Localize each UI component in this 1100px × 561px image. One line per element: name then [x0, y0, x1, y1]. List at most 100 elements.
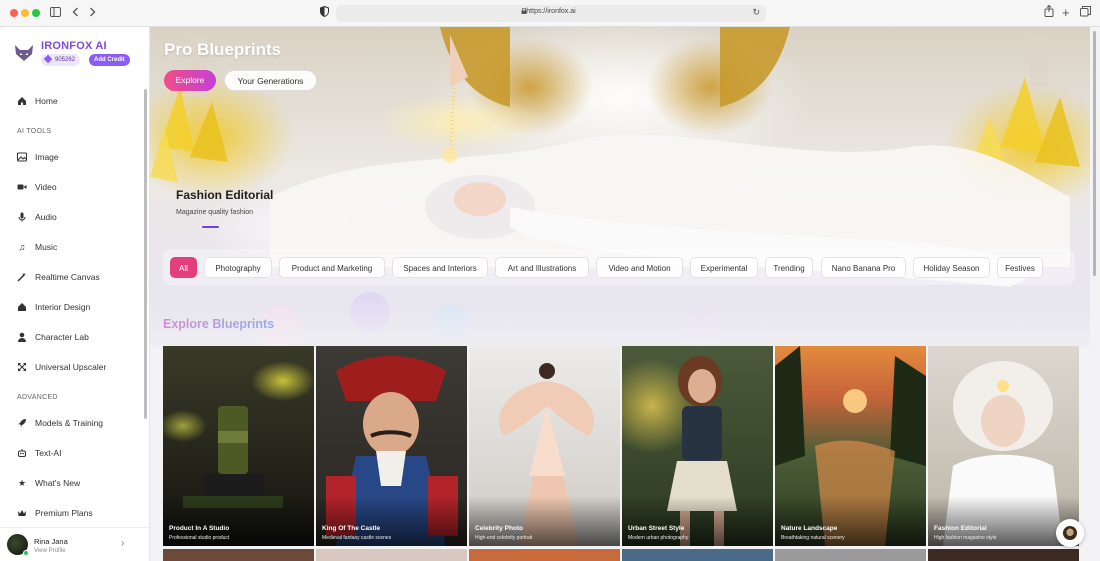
sidebar-item-image[interactable]: Image: [17, 150, 59, 164]
chevron-right-icon[interactable]: ›: [121, 538, 124, 549]
category-chip-experimental[interactable]: Experimental: [690, 257, 758, 278]
tab-overview-icon[interactable]: [1080, 5, 1091, 21]
sidebar-item-label: Audio: [35, 212, 57, 222]
featured-subtitle: Magazine quality fashion: [176, 209, 254, 216]
card-subtitle: Breathtaking natural scenery: [781, 535, 845, 541]
microphone-icon: [17, 212, 27, 222]
sidebar-item-models-training[interactable]: Models & Training: [17, 416, 103, 430]
privacy-shield-icon[interactable]: [320, 5, 329, 21]
card-title: Nature Landscape: [781, 525, 838, 532]
blueprint-card[interactable]: Celebrity Photo High-end celebrity portr…: [469, 346, 620, 546]
category-chip-all[interactable]: All: [170, 257, 197, 278]
sidebar-item-interior-design[interactable]: Interior Design: [17, 300, 90, 314]
assistant-avatar-icon: [1063, 526, 1077, 540]
house-icon: [17, 302, 27, 312]
category-chip-art-illustrations[interactable]: Art and Illustrations: [495, 257, 589, 278]
category-chip-nano-banana-pro[interactable]: Nano Banana Pro: [821, 257, 906, 278]
gem-icon: [43, 54, 53, 64]
close-window-button[interactable]: [10, 9, 18, 17]
blueprint-card-partial[interactable]: [928, 549, 1079, 561]
view-profile-link[interactable]: View Profile: [34, 548, 66, 554]
blueprint-card[interactable]: Urban Street Style Modern urban photogra…: [622, 346, 773, 546]
minimize-window-button[interactable]: [21, 9, 29, 17]
blueprint-card[interactable]: King Of The Castle Medieval fantasy cast…: [316, 346, 467, 546]
card-subtitle: Modern urban photography: [628, 535, 689, 541]
category-chip-trending[interactable]: Trending: [765, 257, 813, 278]
assistant-chat-button[interactable]: [1056, 519, 1084, 547]
url-text: https://ironfox.ai: [526, 8, 576, 15]
sidebar: IRONFOX AI 905262 Add Credit Home AI TOO…: [0, 27, 150, 561]
new-tab-icon[interactable]: +: [1062, 5, 1070, 21]
blueprint-card[interactable]: Nature Landscape Breathtaking natural sc…: [775, 346, 926, 546]
blueprint-card-partial[interactable]: [622, 549, 773, 561]
expand-arrows-icon: [17, 362, 27, 372]
home-icon: [17, 96, 27, 106]
sidebar-item-text-ai[interactable]: Text-AI: [17, 446, 61, 460]
tab-your-generations[interactable]: Your Generations: [224, 70, 317, 91]
card-subtitle: High fashion magazine style: [934, 535, 997, 541]
sidebar-item-label: Image: [35, 152, 59, 162]
tab-explore[interactable]: Explore: [164, 70, 216, 91]
card-title: Fashion Editorial: [934, 525, 987, 532]
blueprint-card[interactable]: Product In A Studio Professional studio …: [163, 346, 314, 546]
sidebar-item-universal-upscaler[interactable]: Universal Upscaler: [17, 360, 106, 374]
sidebar-item-label: Video: [35, 182, 57, 192]
blueprint-card[interactable]: Fashion Editorial High fashion magazine …: [928, 346, 1079, 546]
blueprint-card-partial[interactable]: [775, 549, 926, 561]
main-content: Pro Blueprints Explore Your Generations …: [150, 27, 1100, 561]
sidebar-item-audio[interactable]: Audio: [17, 210, 57, 224]
section-title-explore-blueprints: Explore Blueprints: [163, 317, 275, 331]
back-icon[interactable]: [72, 5, 79, 21]
category-chip-video-motion[interactable]: Video and Motion: [596, 257, 683, 278]
sidebar-item-label: Models & Training: [35, 418, 104, 428]
music-note-icon: ♫: [18, 242, 26, 252]
blueprint-card-partial[interactable]: [469, 549, 620, 561]
crown-icon: [17, 508, 27, 518]
fox-logo-icon: [15, 45, 33, 61]
profile-card[interactable]: Rina Jana View Profile ›: [0, 527, 149, 561]
credit-balance: 905262: [41, 54, 81, 66]
reload-icon[interactable]: ↻: [752, 7, 760, 18]
sidebar-item-label: Universal Upscaler: [35, 362, 107, 372]
add-credit-button[interactable]: Add Credit: [89, 54, 130, 66]
sidebar-item-home[interactable]: Home: [17, 94, 58, 108]
card-subtitle: Professional studio product: [169, 535, 230, 541]
category-chip-spaces-interiors[interactable]: Spaces and Interiors: [392, 257, 488, 278]
main-scrollbar[interactable]: [1093, 31, 1096, 276]
address-bar[interactable]: https://ironfox.ai ↻: [336, 5, 766, 22]
sidebar-toggle-icon[interactable]: [50, 5, 61, 21]
sidebar-item-label: Realtime Canvas: [35, 272, 100, 282]
sidebar-item-music[interactable]: ♫ Music: [17, 240, 58, 254]
person-icon: [17, 332, 27, 342]
sidebar-item-character-lab[interactable]: Character Lab: [17, 330, 89, 344]
brand-name: IRONFOX AI: [41, 40, 107, 52]
sidebar-item-label: Home: [35, 96, 58, 106]
forward-icon[interactable]: [89, 5, 96, 21]
card-title: King Of The Castle: [322, 525, 381, 532]
category-chip-festives[interactable]: Festives: [997, 257, 1043, 278]
robot-icon: [17, 448, 27, 458]
blueprint-card-partial[interactable]: [163, 549, 314, 561]
profile-name: Rina Jana: [34, 537, 68, 546]
sidebar-item-realtime-canvas[interactable]: Realtime Canvas: [17, 270, 100, 284]
sidebar-item-label: Music: [35, 242, 58, 252]
page-title: Pro Blueprints: [164, 40, 282, 59]
category-chip-photography[interactable]: Photography: [204, 257, 272, 278]
card-title: Product In A Studio: [169, 525, 230, 532]
sidebar-item-video[interactable]: Video: [17, 180, 57, 194]
blueprint-card-partial[interactable]: [316, 549, 467, 561]
sidebar-item-whats-new[interactable]: ★ What's New: [17, 476, 80, 490]
sidebar-item-label: Interior Design: [35, 302, 91, 312]
sidebar-scrollbar[interactable]: [144, 89, 147, 419]
sidebar-item-premium-plans[interactable]: Premium Plans: [17, 506, 93, 520]
zoom-window-button[interactable]: [32, 9, 40, 17]
category-chip-product-marketing[interactable]: Product and Marketing: [279, 257, 385, 278]
rocket-icon: [17, 418, 27, 428]
carousel-indicator[interactable]: [202, 226, 219, 228]
image-icon: [17, 152, 27, 162]
category-chip-holiday-season[interactable]: Holiday Season: [913, 257, 990, 278]
share-icon[interactable]: [1044, 4, 1054, 21]
card-subtitle: Medieval fantasy castle scenes: [322, 535, 392, 541]
credit-count: 905262: [55, 57, 76, 63]
section-label-ai-tools: AI TOOLS: [17, 128, 52, 135]
